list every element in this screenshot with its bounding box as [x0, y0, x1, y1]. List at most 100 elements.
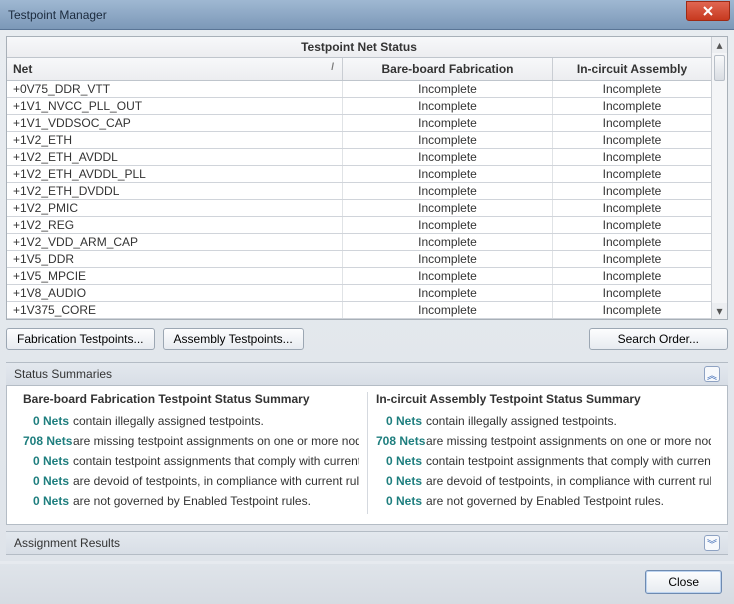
- collapse-icon[interactable]: ︽: [704, 366, 720, 382]
- summary-text: are not governed by Enabled Testpoint ru…: [73, 494, 311, 508]
- summary-line: 0 Netsare not governed by Enabled Testpo…: [376, 494, 711, 508]
- cell-fab: Incomplete: [343, 285, 553, 301]
- column-header-asm-label: In-circuit Assembly: [577, 62, 687, 76]
- cell-net: +1V2_ETH_AVDDL_PLL: [7, 166, 343, 182]
- cell-net: +1V2_ETH_DVDDL: [7, 183, 343, 199]
- scroll-down-arrow-icon[interactable]: ▾: [712, 303, 727, 319]
- table-row[interactable]: +1V1_NVCC_PLL_OUTIncompleteIncomplete: [7, 98, 711, 115]
- table-row[interactable]: +0V75_DDR_VTTIncompleteIncomplete: [7, 81, 711, 98]
- assembly-summary-title: In-circuit Assembly Testpoint Status Sum…: [376, 392, 711, 406]
- cell-asm: Incomplete: [553, 149, 711, 165]
- cell-asm: Incomplete: [553, 166, 711, 182]
- cell-fab: Incomplete: [343, 183, 553, 199]
- table-row[interactable]: +1V2_VDD_ARM_CAPIncompleteIncomplete: [7, 234, 711, 251]
- table-row[interactable]: +1V2_ETH_AVDDLIncompleteIncomplete: [7, 149, 711, 166]
- close-button[interactable]: Close: [645, 570, 722, 594]
- summary-count: 0 Nets: [376, 414, 422, 428]
- cell-net: +1V1_NVCC_PLL_OUT: [7, 98, 343, 114]
- table-row[interactable]: +1V8_AUDIOIncompleteIncomplete: [7, 285, 711, 302]
- vertical-scrollbar[interactable]: ▴ ▾: [711, 37, 727, 319]
- cell-fab: Incomplete: [343, 98, 553, 114]
- sort-indicator-icon: /: [331, 62, 334, 73]
- table-row[interactable]: +1V2_PMICIncompleteIncomplete: [7, 200, 711, 217]
- assembly-testpoints-button[interactable]: Assembly Testpoints...: [163, 328, 304, 350]
- summary-count: 0 Nets: [23, 494, 69, 508]
- table-row[interactable]: +1V2_REGIncompleteIncomplete: [7, 217, 711, 234]
- window-title: Testpoint Manager: [8, 8, 107, 22]
- cell-asm: Incomplete: [553, 115, 711, 131]
- cell-fab: Incomplete: [343, 81, 553, 97]
- summary-count: 0 Nets: [23, 474, 69, 488]
- summary-line: 708 Nets are missing testpoint assignment…: [376, 434, 711, 448]
- cell-net: +1V2_ETH_AVDDL: [7, 149, 343, 165]
- summary-count: 708 Nets: [376, 434, 422, 448]
- button-row: Fabrication Testpoints... Assembly Testp…: [6, 328, 728, 350]
- cell-fab: Incomplete: [343, 268, 553, 284]
- cell-fab: Incomplete: [343, 200, 553, 216]
- summary-text: contain testpoint assignments that compl…: [426, 454, 711, 468]
- table-row[interactable]: +1V5_DDRIncompleteIncomplete: [7, 251, 711, 268]
- scroll-track[interactable]: [712, 53, 727, 303]
- cell-fab: Incomplete: [343, 217, 553, 233]
- cell-asm: Incomplete: [553, 183, 711, 199]
- cell-net: +1V5_DDR: [7, 251, 343, 267]
- cell-fab: Incomplete: [343, 166, 553, 182]
- cell-asm: Incomplete: [553, 132, 711, 148]
- scroll-up-arrow-icon[interactable]: ▴: [712, 37, 727, 53]
- column-header-net[interactable]: Net /: [7, 58, 343, 80]
- bottom-bar: Close: [0, 564, 734, 604]
- cell-fab: Incomplete: [343, 302, 553, 318]
- content-area: Testpoint Net Status Net / Bare-board Fa…: [0, 30, 734, 561]
- close-window-button[interactable]: [686, 1, 730, 21]
- cell-asm: Incomplete: [553, 268, 711, 284]
- table-row[interactable]: +1V2_ETH_DVDDLIncompleteIncomplete: [7, 183, 711, 200]
- summary-line: 708 Netsare missing testpoint assignment…: [23, 434, 359, 448]
- expand-icon[interactable]: ︾: [704, 535, 720, 551]
- summary-text: contain illegally assigned testpoints.: [73, 414, 264, 428]
- summary-count: 0 Nets: [376, 474, 422, 488]
- scroll-thumb[interactable]: [714, 55, 725, 81]
- cell-net: +1V375_CORE: [7, 302, 343, 318]
- summary-text: are missing testpoint assignments on one…: [73, 434, 359, 448]
- title-bar: Testpoint Manager: [0, 0, 734, 30]
- summary-text: are not governed by Enabled Testpoint ru…: [426, 494, 664, 508]
- table-row[interactable]: +1V375_COREIncompleteIncomplete: [7, 302, 711, 319]
- status-summaries-panel: Bare-board Fabrication Testpoint Status …: [6, 385, 728, 525]
- table-row[interactable]: +1V2_ETH_AVDDL_PLLIncompleteIncomplete: [7, 166, 711, 183]
- table-row[interactable]: +1V1_VDDSOC_CAPIncompleteIncomplete: [7, 115, 711, 132]
- cell-net: +1V1_VDDSOC_CAP: [7, 115, 343, 131]
- table-row[interactable]: +1V5_MPCIEIncompleteIncomplete: [7, 268, 711, 285]
- summary-count: 0 Nets: [23, 454, 69, 468]
- summary-text: contain testpoint assignments that compl…: [73, 454, 359, 468]
- assembly-summary: In-circuit Assembly Testpoint Status Sum…: [367, 392, 719, 514]
- cell-asm: Incomplete: [553, 200, 711, 216]
- net-status-table: Testpoint Net Status Net / Bare-board Fa…: [6, 36, 728, 320]
- summary-count: 0 Nets: [23, 414, 69, 428]
- column-header-fab-label: Bare-board Fabrication: [381, 62, 513, 76]
- cell-asm: Incomplete: [553, 98, 711, 114]
- column-header-fab[interactable]: Bare-board Fabrication: [343, 58, 553, 80]
- table-row[interactable]: +1V2_ETHIncompleteIncomplete: [7, 132, 711, 149]
- cell-net: +0V75_DDR_VTT: [7, 81, 343, 97]
- assignment-results-header[interactable]: Assignment Results ︾: [6, 531, 728, 555]
- cell-net: +1V2_ETH: [7, 132, 343, 148]
- assignment-results-label: Assignment Results: [14, 536, 120, 550]
- fabrication-summary-title: Bare-board Fabrication Testpoint Status …: [23, 392, 359, 406]
- cell-net: +1V2_VDD_ARM_CAP: [7, 234, 343, 250]
- search-order-button[interactable]: Search Order...: [589, 328, 728, 350]
- cell-asm: Incomplete: [553, 302, 711, 318]
- fabrication-testpoints-button[interactable]: Fabrication Testpoints...: [6, 328, 155, 350]
- cell-fab: Incomplete: [343, 234, 553, 250]
- status-summaries-header[interactable]: Status Summaries ︽: [6, 362, 728, 386]
- cell-asm: Incomplete: [553, 217, 711, 233]
- summary-line: 0 Nets are not governed by Enabled Testpo…: [23, 494, 359, 508]
- summary-text: are devoid of testpoints, in compliance …: [426, 474, 711, 488]
- summary-text: are missing testpoint assignments on one…: [426, 434, 711, 448]
- cell-fab: Incomplete: [343, 251, 553, 267]
- cell-fab: Incomplete: [343, 132, 553, 148]
- cell-fab: Incomplete: [343, 115, 553, 131]
- column-header-asm[interactable]: In-circuit Assembly: [553, 58, 711, 80]
- fabrication-summary: Bare-board Fabrication Testpoint Status …: [15, 392, 367, 514]
- cell-net: +1V5_MPCIE: [7, 268, 343, 284]
- summary-text: contain illegally assigned testpoints.: [426, 414, 617, 428]
